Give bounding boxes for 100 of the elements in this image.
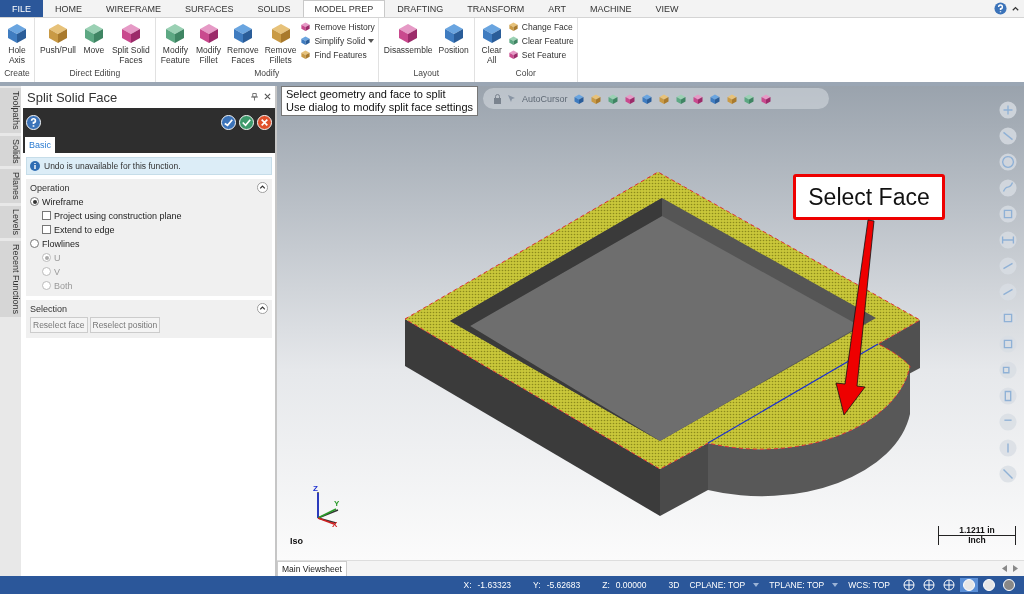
ribbon-button[interactable]: Split Solid Faces [109, 21, 152, 68]
cube-icon [589, 92, 602, 105]
help-icon[interactable] [26, 115, 41, 130]
ribbon-button[interactable]: Simplify Solid [300, 35, 375, 46]
coordinate-label: X: [463, 580, 472, 590]
plane-button[interactable]: 3D [668, 580, 680, 590]
ribbon-button[interactable]: Push/Pull [38, 21, 78, 68]
coordinate-value: 0.00000 [615, 580, 647, 590]
ribbon-button[interactable]: Find Features [300, 49, 375, 60]
cube-icon [507, 35, 519, 46]
cancel-icon[interactable] [257, 115, 272, 130]
info-message: Undo is unavailable for this function. [44, 161, 181, 171]
plane-button[interactable]: TPLANE: TOP [769, 580, 839, 590]
lock-icon[interactable] [493, 93, 502, 104]
collapse-icon[interactable] [257, 303, 268, 314]
ribbon-button[interactable]: Change Face [507, 21, 574, 32]
ribbon-button[interactable]: Clear All [477, 21, 506, 68]
option-label: Project using construction plane [54, 210, 182, 221]
axis-label: X [332, 520, 338, 529]
ribbon-button[interactable]: Clear Feature [507, 35, 574, 46]
ribbon-button[interactable]: Modify Fillet [194, 21, 224, 68]
axis-label: Z [313, 484, 318, 493]
side-tab[interactable]: Recent Functions [0, 240, 21, 317]
ribbon-tab[interactable]: SOLIDS [245, 0, 303, 17]
globe-icon [903, 579, 915, 591]
snap-icon[interactable] [999, 101, 1017, 119]
display-mode-button[interactable] [940, 578, 958, 592]
dropdown-icon [832, 583, 839, 587]
ribbon-button[interactable]: Modify Feature [158, 21, 193, 68]
ribbon-tab[interactable]: MODEL PREP [302, 0, 386, 17]
side-tab[interactable]: Solids [0, 135, 21, 167]
ribbon-tab[interactable]: MACHINE [578, 0, 644, 17]
cube-icon [5, 21, 29, 45]
ribbon-button[interactable]: Remove Faces [225, 21, 261, 68]
option-label: Wireframe [42, 196, 84, 207]
plane-button[interactable]: WCS: TOP [848, 580, 890, 590]
apply-icon[interactable] [221, 115, 236, 130]
snap-icon[interactable] [999, 361, 1017, 379]
snap-icon[interactable] [999, 231, 1017, 249]
ribbon-tab[interactable]: VIEW [643, 0, 691, 17]
side-tab[interactable]: Planes [0, 169, 21, 203]
option-label: V [54, 266, 60, 277]
cube-icon [623, 92, 636, 105]
scroll-right-icon[interactable] [1013, 565, 1018, 572]
snap-icon[interactable] [999, 387, 1017, 405]
radio-button[interactable] [30, 239, 39, 248]
plane-button[interactable]: CPLANE: TOP [689, 580, 760, 590]
ribbon-button[interactable]: Remove Fillets [262, 21, 299, 68]
ok-icon[interactable] [239, 115, 254, 130]
coordinate-value: -5.62683 [546, 580, 581, 590]
ribbon-tab[interactable]: DRAFTING [385, 0, 456, 17]
ribbon-button[interactable]: Disassemble [381, 21, 435, 68]
display-mode-button[interactable] [900, 578, 918, 592]
radio-button[interactable] [30, 197, 39, 206]
ribbon-button[interactable]: Move [79, 21, 108, 68]
dropdown-icon [368, 38, 375, 43]
ribbon-tab[interactable]: ART [536, 0, 579, 17]
checkbox[interactable] [42, 211, 51, 220]
display-mode-button[interactable] [960, 578, 978, 592]
display-mode-button[interactable] [920, 578, 938, 592]
viewsheet-tab[interactable]: Main Viewsheet [277, 561, 347, 576]
snap-icon[interactable] [999, 465, 1017, 483]
pin-icon[interactable] [251, 93, 258, 101]
close-icon[interactable] [264, 93, 271, 100]
ribbon-button[interactable]: Remove History [300, 21, 375, 32]
snap-icon[interactable] [999, 439, 1017, 457]
ribbon-button[interactable]: Hole Axis [3, 21, 31, 68]
reselect-button[interactable]: Reselect face [30, 317, 88, 333]
ribbon-tab[interactable]: HOME [43, 0, 94, 17]
collapse-icon[interactable] [257, 182, 268, 193]
ribbon-tab[interactable]: SURFACES [173, 0, 246, 17]
scroll-left-icon[interactable] [1002, 565, 1007, 572]
cube-icon [759, 92, 772, 105]
ribbon-tab[interactable]: FILE [0, 0, 43, 17]
display-mode-button[interactable] [980, 578, 998, 592]
coordinate-value: -1.63323 [477, 580, 512, 590]
side-tab[interactable]: Toolpaths [0, 88, 21, 133]
cube-icon [606, 92, 619, 105]
view-label: Iso [290, 536, 303, 546]
axis-label: Y [334, 499, 340, 508]
panel-tab[interactable]: Basic [25, 137, 55, 153]
checkbox[interactable] [42, 225, 51, 234]
group-label: Create [3, 68, 31, 80]
collapse-ribbon-icon[interactable] [1011, 4, 1020, 13]
snap-icon[interactable] [999, 205, 1017, 223]
group-label: Direct Editing [68, 68, 122, 80]
side-tab[interactable]: Levels [0, 205, 21, 238]
ribbon-tab[interactable]: TRANSFORM [455, 0, 537, 17]
cube-icon [507, 49, 519, 60]
ribbon-button[interactable]: Position [436, 21, 471, 68]
ribbon-button[interactable]: Set Feature [507, 49, 574, 60]
ribbon-tab[interactable]: WIREFRAME [94, 0, 173, 17]
callout-text: Select Face [793, 174, 945, 220]
sphere-icon [963, 579, 975, 591]
cube-icon [708, 92, 721, 105]
cursor-icon[interactable] [507, 93, 517, 104]
reselect-button[interactable]: Reselect position [89, 317, 161, 333]
group-label: Color [514, 68, 537, 80]
coordinate-label: Z: [602, 580, 610, 590]
display-mode-button[interactable] [1000, 578, 1018, 592]
